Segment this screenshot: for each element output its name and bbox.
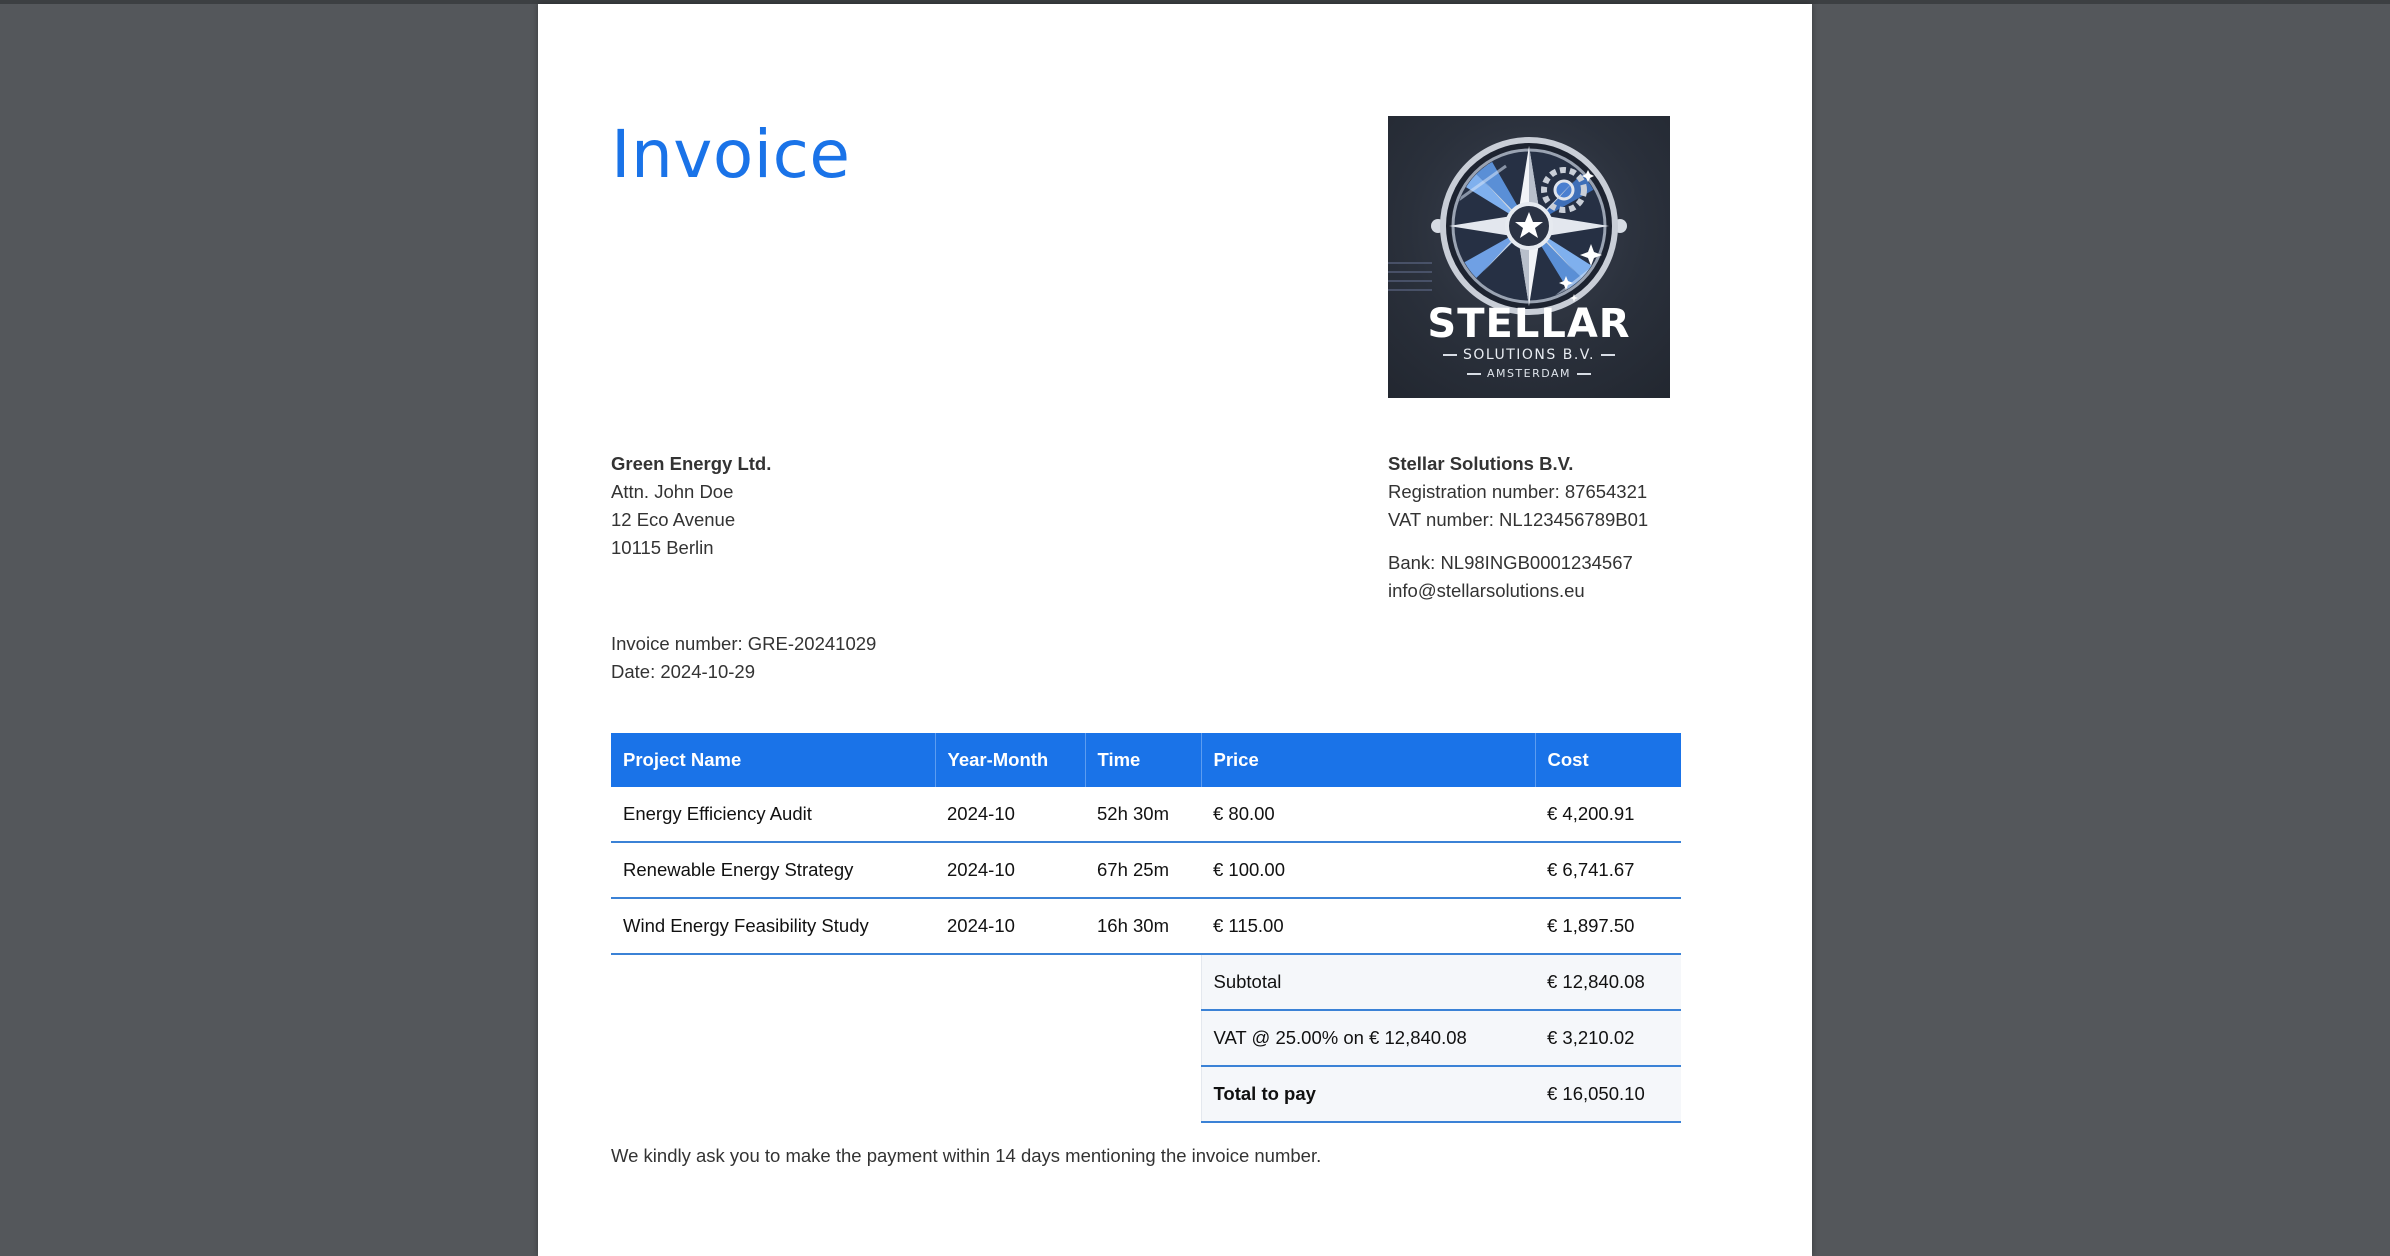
client-city: 10115 Berlin xyxy=(611,537,714,558)
header-price: Price xyxy=(1201,733,1536,787)
summary-spacer xyxy=(611,954,1201,1010)
invoice-page: Invoice STELLAR SOLUTIONS B.V. AMSTERDAM… xyxy=(538,4,1812,1256)
cell-project-name: Wind Energy Feasibility Study xyxy=(611,898,935,955)
client-name: Green Energy Ltd. xyxy=(611,453,772,474)
cell-year-month: 2024-10 xyxy=(935,898,1085,955)
subtotal-value: € 12,840.08 xyxy=(1535,954,1681,1011)
table-row: Wind Energy Feasibility Study 2024-10 16… xyxy=(611,898,1681,955)
cell-project-name: Energy Efficiency Audit xyxy=(611,787,935,843)
table-header-row: Project Name Year-Month Time Price Cost xyxy=(611,733,1681,787)
subtotal-row: Subtotal € 12,840.08 xyxy=(611,954,1681,1011)
summary-spacer xyxy=(611,1066,1201,1122)
header-time: Time xyxy=(1085,733,1202,787)
logo-city: AMSTERDAM xyxy=(1388,368,1670,379)
cell-year-month: 2024-10 xyxy=(935,842,1085,899)
client-address: Green Energy Ltd. Attn. John Doe 12 Eco … xyxy=(611,450,771,562)
cell-price: € 100.00 xyxy=(1201,842,1535,899)
total-value: € 16,050.10 xyxy=(1535,1066,1681,1123)
supplier-registration: Registration number: 87654321 xyxy=(1388,481,1648,502)
logo-speed-lines xyxy=(1388,262,1432,292)
supplier-email: info@stellarsolutions.eu xyxy=(1388,580,1585,601)
client-attn: Attn. John Doe xyxy=(611,481,734,502)
supplier-contact: Bank: NL98INGB0001234567 info@stellarsol… xyxy=(1388,549,1633,605)
cell-price: € 115.00 xyxy=(1201,898,1535,955)
line-items-table: Project Name Year-Month Time Price Cost … xyxy=(611,733,1681,1123)
summary-spacer xyxy=(611,1010,1201,1066)
cell-year-month: 2024-10 xyxy=(935,787,1085,843)
total-label: Total to pay xyxy=(1200,1066,1535,1123)
logo-subtitle: SOLUTIONS B.V. xyxy=(1388,348,1670,362)
client-street: 12 Eco Avenue xyxy=(611,509,736,530)
supplier-bank: Bank: NL98INGB0001234567 xyxy=(1388,552,1633,573)
table-row: Renewable Energy Strategy 2024-10 67h 25… xyxy=(611,842,1681,899)
invoice-title: Invoice xyxy=(611,116,851,193)
cell-time: 52h 30m xyxy=(1085,787,1201,843)
header-cost: Cost xyxy=(1535,733,1681,787)
invoice-date: Date: 2024-10-29 xyxy=(611,661,755,682)
logo-city-text: AMSTERDAM xyxy=(1486,367,1572,380)
cell-time: 16h 30m xyxy=(1085,898,1201,955)
subtotal-label: Subtotal xyxy=(1200,954,1535,1011)
cell-cost: € 6,741.67 xyxy=(1535,842,1681,899)
header-year-month: Year-Month xyxy=(935,733,1086,787)
cell-cost: € 1,897.50 xyxy=(1535,898,1681,955)
vat-label: VAT @ 25.00% on € 12,840.08 xyxy=(1200,1010,1535,1067)
vat-row: VAT @ 25.00% on € 12,840.08 € 3,210.02 xyxy=(611,1010,1681,1067)
cell-time: 67h 25m xyxy=(1085,842,1201,899)
cell-project-name: Renewable Energy Strategy xyxy=(611,842,935,899)
vat-value: € 3,210.02 xyxy=(1535,1010,1681,1067)
logo-subtitle-text: SOLUTIONS B.V. xyxy=(1462,347,1596,363)
payment-note: We kindly ask you to make the payment wi… xyxy=(611,1145,1322,1166)
invoice-number: Invoice number: GRE-20241029 xyxy=(611,633,877,654)
logo-wordmark: STELLAR xyxy=(1427,301,1631,347)
supplier-vat: VAT number: NL123456789B01 xyxy=(1388,509,1649,530)
supplier-details: Stellar Solutions B.V. Registration numb… xyxy=(1388,450,1648,534)
header-project-name: Project Name xyxy=(611,733,936,787)
table-row: Energy Efficiency Audit 2024-10 52h 30m … xyxy=(611,787,1681,843)
supplier-name: Stellar Solutions B.V. xyxy=(1388,453,1574,474)
cell-price: € 80.00 xyxy=(1201,787,1535,843)
cell-cost: € 4,200.91 xyxy=(1535,787,1681,843)
invoice-meta: Invoice number: GRE-20241029 Date: 2024-… xyxy=(611,630,876,686)
company-logo: STELLAR SOLUTIONS B.V. AMSTERDAM xyxy=(1388,116,1670,398)
total-row: Total to pay € 16,050.10 xyxy=(611,1066,1681,1123)
